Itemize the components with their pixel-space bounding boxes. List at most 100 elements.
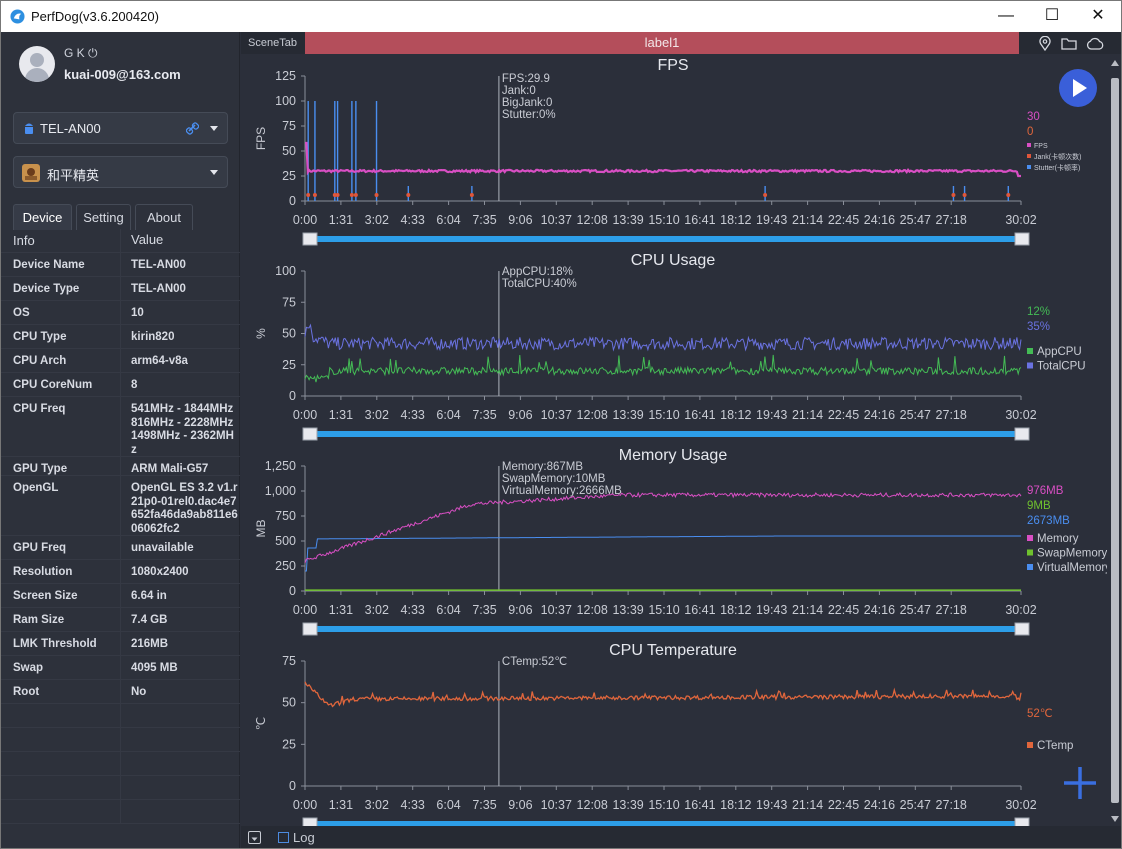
y-tick-label: 25 xyxy=(282,358,296,372)
range-handle[interactable] xyxy=(1014,817,1030,826)
cursor-readout: Jank:0 xyxy=(502,85,536,97)
app-select[interactable]: 和平精英 xyxy=(13,156,228,188)
play-icon xyxy=(1073,79,1087,97)
x-tick-label: 21:14 xyxy=(792,408,823,422)
info-key: OS xyxy=(13,307,30,319)
info-key: CPU Arch xyxy=(13,355,67,367)
x-tick-label: 27:18 xyxy=(936,408,967,422)
sidebar: G K ⏻ kuai-009@163.com TEL-AN00 和平精英 Dev… xyxy=(1,32,240,848)
jank-marker xyxy=(951,193,956,197)
current-value: 30 xyxy=(1027,111,1040,123)
x-tick-label: 12:08 xyxy=(577,798,608,812)
info-value: 7.4 GB xyxy=(131,614,168,626)
y-axis-label: ℃ xyxy=(254,717,268,730)
info-key: Resolution xyxy=(13,566,73,578)
info-header: Info xyxy=(13,233,35,248)
scroll-up-icon[interactable] xyxy=(1111,60,1119,66)
link-icon[interactable] xyxy=(186,122,199,135)
x-tick-label: 30:02 xyxy=(1005,213,1036,227)
legend-label: AppCPU xyxy=(1037,346,1082,358)
info-row: Device Name TEL-AN00 xyxy=(1,253,240,277)
info-row: Resolution 1080x2400 xyxy=(1,560,240,584)
y-tick-label: 250 xyxy=(275,559,296,573)
x-tick-label: 21:14 xyxy=(792,798,823,812)
tab-setting[interactable]: Setting xyxy=(76,204,131,230)
log-checkbox[interactable] xyxy=(278,832,289,843)
range-handle[interactable] xyxy=(302,622,318,636)
jank-marker xyxy=(469,193,474,197)
vertical-scrollbar[interactable] xyxy=(1107,54,1121,826)
x-tick-label: 15:10 xyxy=(648,798,679,812)
minimize-button[interactable]: — xyxy=(983,1,1029,32)
x-tick-label: 6:04 xyxy=(436,213,460,227)
tab-device[interactable]: Device xyxy=(13,204,72,230)
virtual-memory-line xyxy=(305,535,1021,572)
jank-marker xyxy=(312,193,317,197)
chart-title: FPS xyxy=(657,57,688,74)
info-value: 10 xyxy=(131,307,144,319)
play-button[interactable] xyxy=(1059,69,1097,107)
avatar[interactable] xyxy=(19,46,55,82)
add-chart-button[interactable] xyxy=(1063,766,1097,800)
y-axis-label: % xyxy=(254,328,268,339)
cursor-readout: FPS:29.9 xyxy=(502,73,550,85)
x-tick-label: 22:45 xyxy=(828,408,859,422)
cloud-icon[interactable] xyxy=(1086,37,1104,50)
time-range-bar[interactable] xyxy=(305,626,1029,632)
folder-icon[interactable] xyxy=(1061,37,1077,50)
tab-about[interactable]: About xyxy=(135,204,193,230)
caret-down-icon xyxy=(251,837,258,841)
scene-tab-button[interactable]: SceneTab xyxy=(241,32,304,54)
info-key: CPU CoreNum xyxy=(13,379,93,391)
x-tick-label: 13:39 xyxy=(612,798,643,812)
scroll-down-icon[interactable] xyxy=(1111,816,1119,822)
info-value: OpenGL ES 3.2 v1.r21p0-01rel0.dac4e7652f… xyxy=(131,482,238,535)
collapse-button[interactable] xyxy=(248,831,261,844)
range-handle[interactable] xyxy=(302,232,318,246)
device-select[interactable]: TEL-AN00 xyxy=(13,112,228,144)
info-key: GPU Freq xyxy=(13,542,67,554)
column-divider xyxy=(120,229,121,252)
info-value: ARM Mali-G57 xyxy=(131,463,209,475)
x-tick-label: 10:37 xyxy=(541,213,572,227)
range-handle[interactable] xyxy=(302,817,318,826)
x-tick-label: 18:12 xyxy=(720,603,751,617)
scrollbar-thumb[interactable] xyxy=(1111,78,1119,803)
x-tick-label: 0:00 xyxy=(293,213,317,227)
close-button[interactable]: ✕ xyxy=(1075,1,1121,32)
x-tick-label: 9:06 xyxy=(508,213,532,227)
range-handle[interactable] xyxy=(302,427,318,441)
range-handle[interactable] xyxy=(1014,232,1030,246)
y-tick-label: 100 xyxy=(275,94,296,108)
log-label: Log xyxy=(293,830,315,845)
x-tick-label: 19:43 xyxy=(756,603,787,617)
user-name: G K xyxy=(64,46,85,60)
title-bar: PerfDog(v3.6.200420) — ☐ ✕ xyxy=(1,1,1121,32)
label-bar[interactable]: label1 xyxy=(305,32,1019,54)
y-tick-label: 100 xyxy=(275,264,296,278)
current-value: 52℃ xyxy=(1027,708,1053,720)
plus-icon xyxy=(1064,767,1096,799)
y-axis-label: FPS xyxy=(254,127,268,150)
range-handle[interactable] xyxy=(1014,427,1030,441)
info-key: OpenGL xyxy=(13,482,59,494)
y-tick-label: 0 xyxy=(289,584,296,598)
maximize-button[interactable]: ☐ xyxy=(1029,1,1075,32)
power-icon[interactable]: ⏻ xyxy=(88,46,98,60)
location-icon[interactable] xyxy=(1038,36,1052,51)
column-divider xyxy=(120,680,121,703)
info-row: CPU Arch arm64-v8a xyxy=(1,349,240,373)
x-tick-label: 9:06 xyxy=(508,603,532,617)
jank-marker xyxy=(1006,193,1011,197)
info-value: kirin820 xyxy=(131,331,175,343)
time-range-bar[interactable] xyxy=(305,431,1029,437)
jank-marker xyxy=(335,193,340,197)
time-range-bar[interactable] xyxy=(305,236,1029,242)
y-tick-label: 500 xyxy=(275,534,296,548)
range-handle[interactable] xyxy=(1014,622,1030,636)
info-value: TEL-AN00 xyxy=(131,283,186,295)
x-tick-label: 22:45 xyxy=(828,213,859,227)
info-row: OS 10 xyxy=(1,301,240,325)
x-tick-label: 10:37 xyxy=(541,798,572,812)
info-value: unavailable xyxy=(131,542,194,554)
